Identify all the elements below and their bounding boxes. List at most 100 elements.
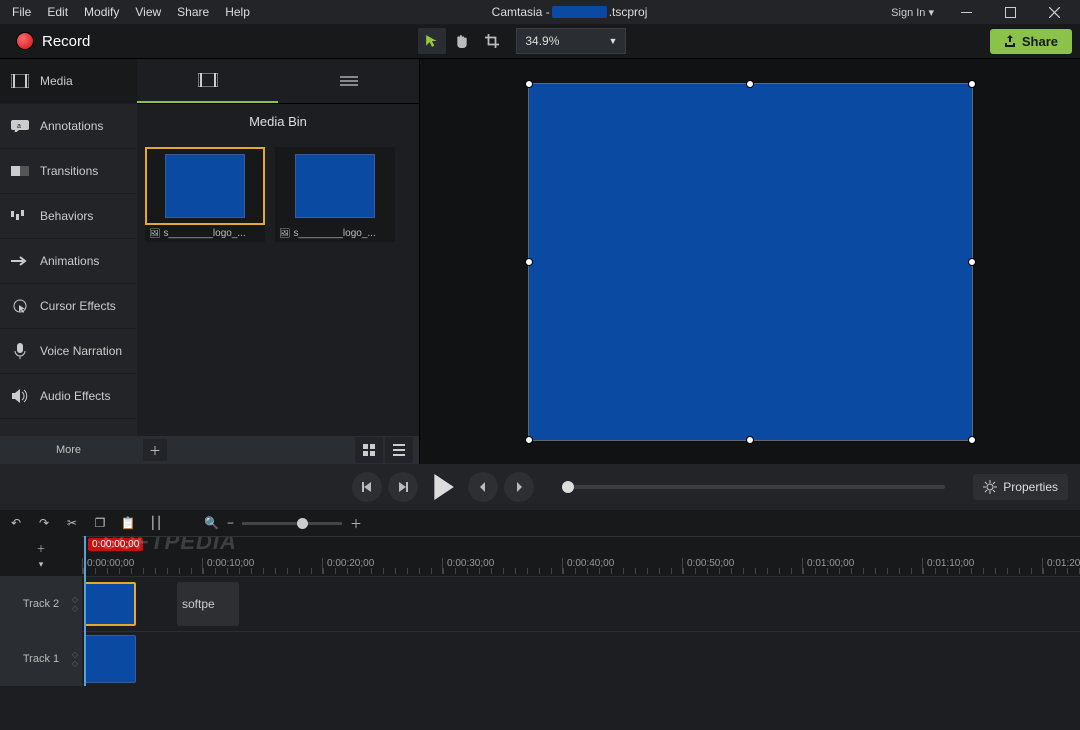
sidebar-item-label: Audio Effects: [40, 389, 111, 403]
sidebar-item-media[interactable]: Media: [0, 59, 137, 104]
sidebar-item-label: Media: [40, 74, 73, 88]
timeline-clip[interactable]: [84, 582, 136, 626]
timeline: ＋ ▾ 0:00:00;00 SOFTPEDIA 0:00:00;00 0:00…: [0, 536, 1080, 686]
sidebar-more[interactable]: More: [0, 436, 137, 464]
clip-label: s________logo_...: [163, 228, 245, 239]
step-back-button[interactable]: [352, 472, 382, 502]
timeline-clip[interactable]: [84, 635, 136, 683]
slider-knob[interactable]: [297, 518, 308, 529]
media-clip[interactable]: 🖼s________logo_...: [275, 147, 395, 242]
resize-handle[interactable]: [525, 258, 533, 266]
prev-marker-button[interactable]: [468, 472, 498, 502]
scrubber-knob[interactable]: [562, 481, 574, 493]
properties-button[interactable]: Properties: [973, 474, 1068, 500]
mic-icon: [10, 343, 30, 359]
sign-in-button[interactable]: Sign In ▾: [881, 6, 944, 19]
next-marker-button[interactable]: [504, 472, 534, 502]
time-ruler[interactable]: SOFTPEDIA 0:00:00;00 0:00:10;00 0:00:20;…: [82, 536, 1080, 576]
redo-button[interactable]: ↷: [34, 516, 54, 530]
chevron-down-icon: ▼: [608, 36, 617, 46]
track-row: Track 1◇◇: [0, 631, 1080, 686]
zoom-select[interactable]: 34.9% ▼: [516, 28, 626, 54]
sidebar-item-label: Cursor Effects: [40, 299, 116, 313]
copy-button[interactable]: ❐: [90, 516, 110, 530]
hand-tool[interactable]: [448, 28, 476, 54]
step-fwd-button[interactable]: [388, 472, 418, 502]
canvas-content: [529, 84, 972, 440]
sidebar-item-transitions[interactable]: Transitions: [0, 149, 137, 194]
transitions-icon: [10, 163, 30, 179]
maximize-button[interactable]: [988, 0, 1032, 24]
zoom-in-button[interactable]: ＋: [350, 515, 362, 532]
resize-handle[interactable]: [968, 436, 976, 444]
media-clip[interactable]: 🖼s________logo_...: [145, 147, 265, 242]
sidebar-item-cursor-effects[interactable]: Cursor Effects: [0, 284, 137, 329]
canvas[interactable]: [420, 59, 1080, 464]
ruler-tick: 0:00:30;00: [442, 558, 562, 574]
share-label: Share: [1022, 34, 1058, 49]
track-body[interactable]: [82, 632, 1080, 686]
sidebar-item-audio-effects[interactable]: Audio Effects: [0, 374, 137, 419]
canvas-selection[interactable]: [528, 83, 973, 441]
collapse-tracks-button[interactable]: ▾: [39, 559, 44, 570]
track-row: Track 2◇◇ softpe: [0, 576, 1080, 631]
view-list-button[interactable]: [385, 437, 413, 463]
minimize-button[interactable]: [944, 0, 988, 24]
zoom-out-button[interactable]: −: [227, 516, 234, 530]
playback-scrubber[interactable]: [562, 485, 945, 489]
ruler-tick: 0:00:10;00: [202, 558, 322, 574]
cut-button[interactable]: ✂: [62, 516, 82, 530]
share-button[interactable]: Share: [990, 29, 1072, 54]
resize-handle[interactable]: [525, 80, 533, 88]
playhead[interactable]: [84, 536, 86, 686]
menu-view[interactable]: View: [127, 1, 169, 23]
watermark: SOFTPEDIA: [102, 536, 237, 555]
sidebar-item-behaviors[interactable]: Behaviors: [0, 194, 137, 239]
media-tab-library[interactable]: [278, 59, 419, 103]
undo-button[interactable]: ↶: [6, 516, 26, 530]
play-button[interactable]: [424, 468, 462, 506]
track-header[interactable]: Track 1◇◇: [0, 632, 82, 686]
timeline-clip[interactable]: softpe: [177, 582, 239, 626]
ruler-tick: 0:00:20;00: [322, 558, 442, 574]
record-label: Record: [42, 33, 90, 50]
menu-share[interactable]: Share: [169, 1, 217, 23]
track-header[interactable]: Track 2◇◇: [0, 577, 82, 631]
close-button[interactable]: [1032, 0, 1076, 24]
sidebar-item-label: Voice Narration: [40, 344, 122, 358]
paste-button[interactable]: 📋: [118, 516, 138, 530]
sidebar-item-voice-narration[interactable]: Voice Narration: [0, 329, 137, 374]
sidebar-item-label: Annotations: [40, 119, 103, 133]
annotations-icon: a: [10, 118, 30, 134]
menu-help[interactable]: Help: [217, 1, 258, 23]
resize-handle[interactable]: [746, 80, 754, 88]
sidebar-item-annotations[interactable]: a Annotations: [0, 104, 137, 149]
ruler-tick: 0:00:40;00: [562, 558, 682, 574]
crop-tool[interactable]: [478, 28, 506, 54]
menu-file[interactable]: File: [4, 1, 39, 23]
media-tab-bin[interactable]: [137, 59, 278, 103]
menu-modify[interactable]: Modify: [76, 1, 127, 23]
image-icon: 🖼: [279, 228, 290, 239]
ruler-tick: 0:01:00;00: [802, 558, 922, 574]
ruler-tick: 0:01:20;00: [1042, 558, 1080, 574]
resize-handle[interactable]: [525, 436, 533, 444]
view-grid-button[interactable]: [355, 437, 383, 463]
record-icon: [16, 32, 34, 50]
window-title: Camtasia - .tscproj: [258, 5, 881, 19]
sidebar-item-animations[interactable]: Animations: [0, 239, 137, 284]
sidebar-item-label: Transitions: [40, 164, 98, 178]
resize-handle[interactable]: [968, 258, 976, 266]
resize-handle[interactable]: [968, 80, 976, 88]
add-media-button[interactable]: ＋: [143, 439, 167, 461]
timeline-zoom-slider[interactable]: [242, 522, 342, 525]
add-track-button[interactable]: ＋: [36, 542, 45, 555]
pointer-tool[interactable]: [418, 28, 446, 54]
record-button[interactable]: Record: [8, 28, 98, 54]
split-button[interactable]: ⎮⎮: [146, 516, 166, 530]
ruler-tick: 0:01:10;00: [922, 558, 1042, 574]
resize-handle[interactable]: [746, 436, 754, 444]
track-body[interactable]: softpe: [82, 577, 1080, 631]
menu-edit[interactable]: Edit: [39, 1, 76, 23]
cursor-icon: [10, 298, 30, 314]
